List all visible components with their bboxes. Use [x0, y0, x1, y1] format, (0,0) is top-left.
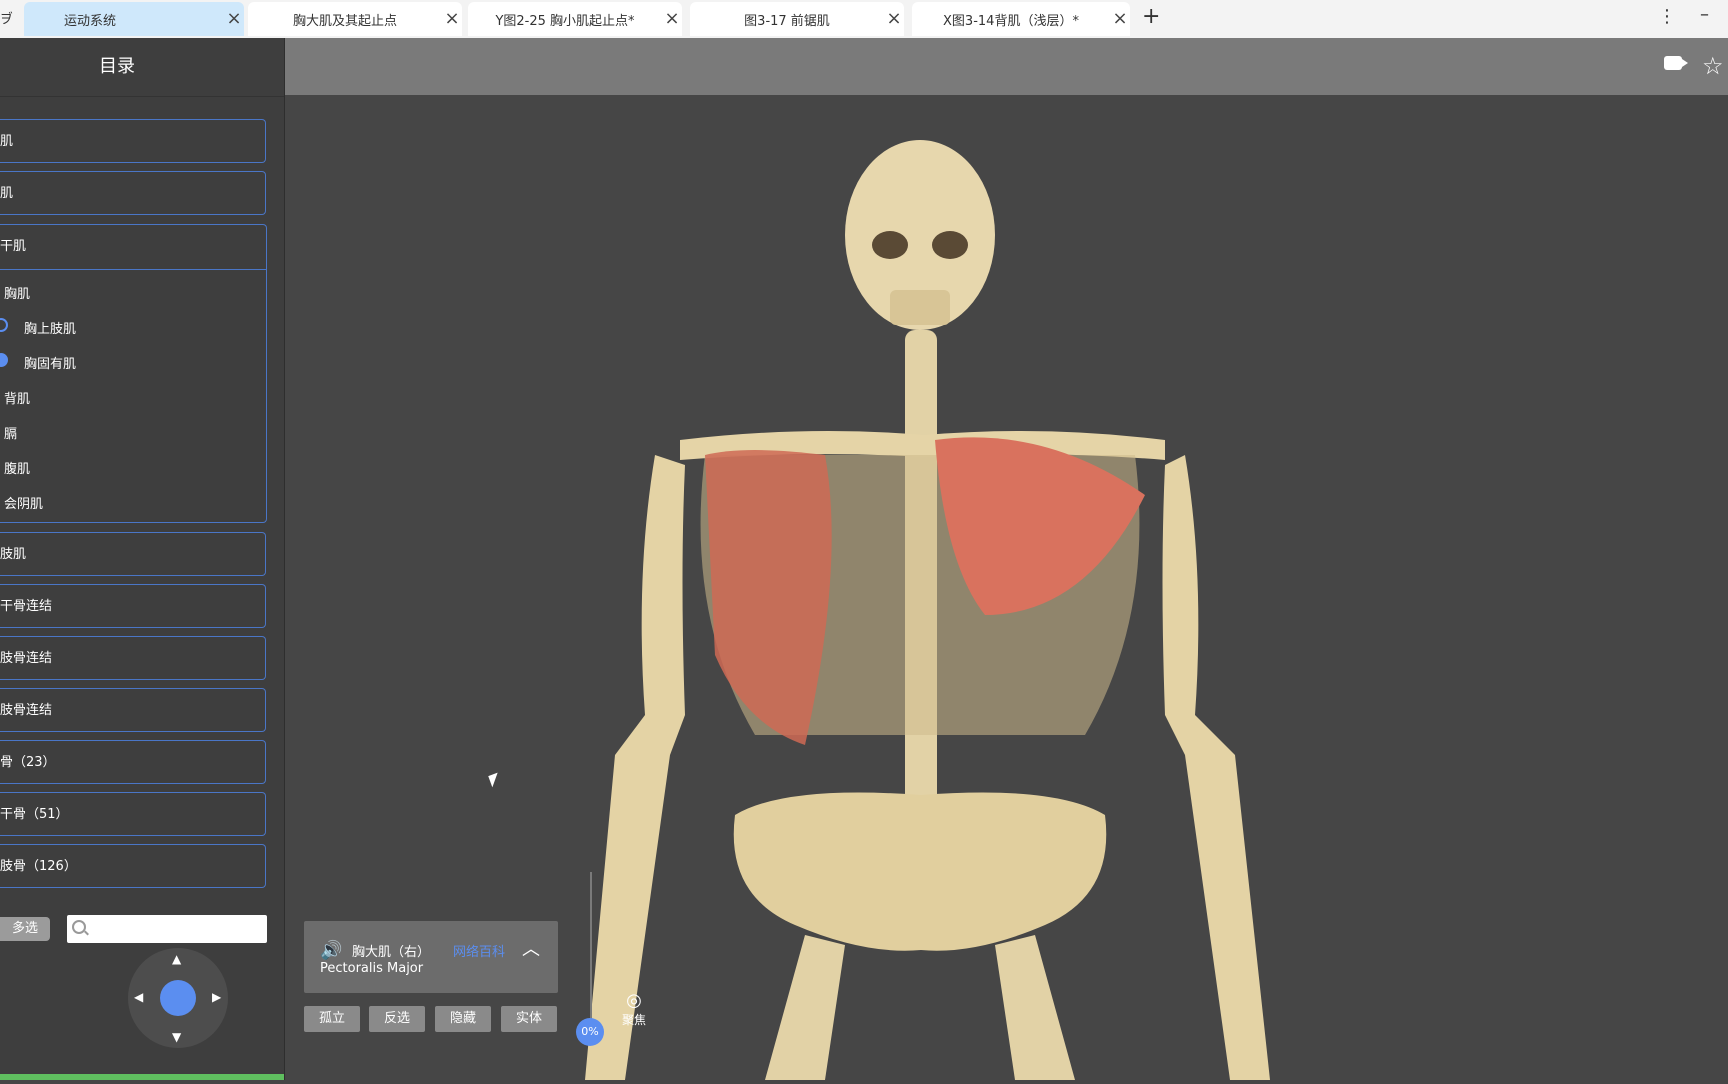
- sidebar-item-label: 干骨连结: [0, 599, 53, 614]
- close-icon[interactable]: ×: [662, 2, 682, 36]
- sidebar-item[interactable]: 肢骨连结: [0, 636, 266, 680]
- jaw: [890, 290, 950, 325]
- app-edge-glyph: ヺ: [0, 12, 14, 27]
- close-icon[interactable]: ×: [224, 2, 244, 36]
- eye-socket-left: [872, 231, 908, 259]
- tab-label: 运动系统: [64, 13, 117, 29]
- sub-item-thoracoappendicular[interactable]: 胸上肢肌: [24, 318, 76, 337]
- sub-item-perineal[interactable]: 会阴肌: [4, 493, 43, 512]
- more-menu-icon[interactable]: ⋮: [1658, 6, 1676, 27]
- tab-label: 胸大肌及其起止点: [292, 13, 397, 29]
- sidebar-item-trunk-muscles[interactable]: 干肌: [0, 225, 266, 270]
- close-icon[interactable]: ×: [884, 2, 904, 36]
- tab-label: Y图2-25 胸小肌起止点*: [495, 13, 635, 29]
- search-input[interactable]: [91, 918, 265, 942]
- radio-icon[interactable]: [0, 318, 8, 332]
- opacity-slider-thumb[interactable]: 0%: [576, 1018, 604, 1046]
- tab-back-muscles[interactable]: X图3-14背肌（浅层）* ×: [912, 2, 1130, 36]
- sidebar-item[interactable]: 干骨连结: [0, 584, 266, 628]
- sidebar-title: 目录: [0, 38, 284, 97]
- sidebar-item[interactable]: 肌: [0, 171, 266, 215]
- new-tab-button[interactable]: +: [1142, 4, 1160, 29]
- arrow-right-icon[interactable]: ▶: [212, 990, 221, 1004]
- sidebar-item-label: 肢骨（126）: [0, 859, 77, 874]
- sidebar-item[interactable]: 肢骨（126）: [0, 844, 266, 888]
- solid-button[interactable]: 实体: [501, 1006, 557, 1032]
- encyclopedia-link[interactable]: 网络百科: [453, 941, 505, 960]
- hide-button[interactable]: 隐藏: [435, 1006, 491, 1032]
- arrow-up-icon[interactable]: ▲: [172, 952, 181, 966]
- tab-label: X图3-14背肌（浅层）*: [943, 13, 1079, 29]
- minimize-button[interactable]: –: [1700, 4, 1709, 25]
- sidebar-item-label: 骨（23）: [0, 755, 56, 770]
- sub-item-back[interactable]: 背肌: [4, 388, 30, 407]
- pelvis[interactable]: [733, 792, 1107, 951]
- sidebar-item-label: 肢肌: [0, 547, 27, 562]
- sidebar-item-label: 肌: [0, 186, 14, 201]
- sub-item-thoracic[interactable]: 胸肌: [4, 283, 30, 302]
- opacity-slider-track[interactable]: [590, 872, 592, 1037]
- structure-name-en: Pectoralis Major: [320, 961, 424, 976]
- navigation-joystick[interactable]: ▲ ▼ ◀ ▶: [128, 948, 228, 1048]
- close-icon[interactable]: ×: [442, 2, 462, 36]
- sidebar-item[interactable]: 肢骨连结: [0, 688, 266, 732]
- arm-right: [1162, 455, 1270, 1080]
- arrow-left-icon[interactable]: ◀: [134, 990, 143, 1004]
- sidebar-item[interactable]: 干骨（51）: [0, 792, 266, 836]
- radio-icon-selected[interactable]: [0, 353, 8, 367]
- structure-info-panel: 🔊 胸大肌（右） 网络百科 ︿ Pectoralis Major: [304, 921, 558, 993]
- focus-button[interactable]: ◎ 聚焦: [622, 990, 646, 1028]
- invert-selection-button[interactable]: 反选: [369, 1006, 425, 1032]
- sidebar-expanded-group: 干肌 胸肌 胸上肢肌 胸固有肌 背肌 膈 腹肌 会阴肌: [0, 224, 267, 523]
- tab-serratus-anterior[interactable]: 图3-17 前锯肌 ×: [690, 2, 904, 36]
- video-icon[interactable]: [1664, 56, 1688, 70]
- search-field[interactable]: [67, 915, 267, 943]
- tab-motor-system[interactable]: 运动系统 ×: [24, 2, 244, 36]
- speaker-icon[interactable]: 🔊: [320, 940, 342, 961]
- viewer-toolbar: [285, 38, 1728, 95]
- sidebar-item-label: 肌: [0, 134, 14, 149]
- femur-right: [995, 935, 1075, 1080]
- search-icon: [72, 920, 86, 934]
- eye-socket-right: [932, 231, 968, 259]
- target-icon: ◎: [626, 990, 642, 1011]
- sub-item-diaphragm[interactable]: 膈: [4, 423, 17, 442]
- focus-label: 聚焦: [622, 1013, 647, 1027]
- arm-left: [585, 455, 685, 1080]
- sub-item-intrinsic-thoracic[interactable]: 胸固有肌: [24, 353, 76, 372]
- status-strip: [0, 1074, 284, 1080]
- arrow-down-icon[interactable]: ▼: [172, 1030, 181, 1044]
- femur-left: [765, 935, 845, 1080]
- joystick-knob[interactable]: [160, 980, 196, 1016]
- structure-name-cn: 胸大肌（右）: [352, 945, 431, 960]
- chevron-up-icon[interactable]: ︿: [522, 935, 540, 961]
- sidebar-item[interactable]: 肢肌: [0, 532, 266, 576]
- sidebar-item[interactable]: 骨（23）: [0, 740, 266, 784]
- tab-bar: ヺ 运动系统 × 胸大肌及其起止点 × Y图2-25 胸小肌起止点* × 图3-…: [0, 0, 1728, 39]
- multiselect-button[interactable]: 多选: [0, 917, 50, 941]
- isolate-button[interactable]: 孤立: [304, 1006, 360, 1032]
- intercostal-muscles[interactable]: [705, 450, 832, 745]
- sidebar-item[interactable]: 肌: [0, 119, 266, 163]
- close-icon[interactable]: ×: [1110, 2, 1130, 36]
- tab-pectoralis-major[interactable]: 胸大肌及其起止点 ×: [248, 2, 462, 36]
- sidebar-item-label: 肢骨连结: [0, 651, 53, 666]
- tab-label: 图3-17 前锯肌: [744, 13, 830, 29]
- star-icon[interactable]: ☆: [1702, 52, 1724, 80]
- sidebar-item-label: 干骨（51）: [0, 807, 69, 822]
- sub-item-abdominal[interactable]: 腹肌: [4, 458, 30, 477]
- tab-pectoralis-minor[interactable]: Y图2-25 胸小肌起止点* ×: [468, 2, 682, 36]
- sidebar-item-label: 肢骨连结: [0, 703, 53, 718]
